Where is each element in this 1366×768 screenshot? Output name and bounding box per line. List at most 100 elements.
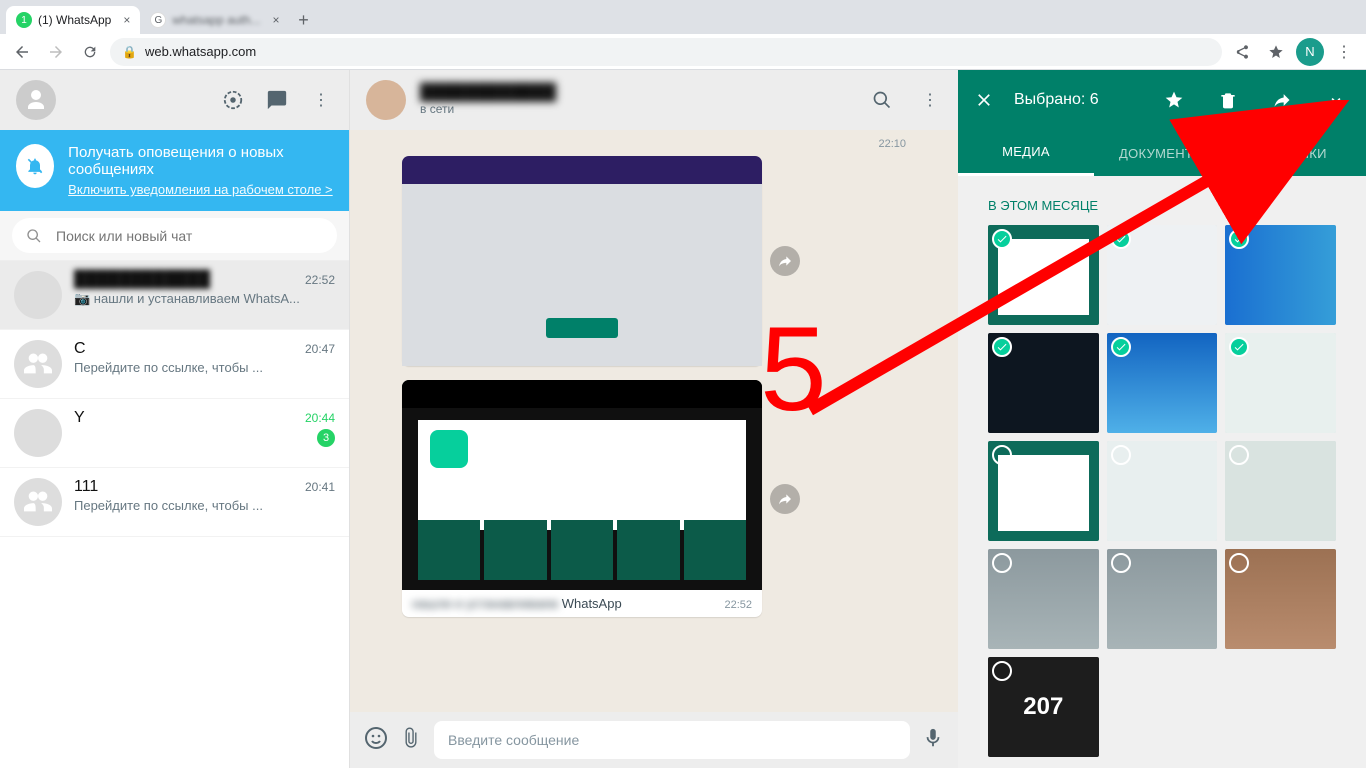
tab-google-search[interactable]: G whatsapp auth... ×	[140, 6, 289, 34]
forward-button[interactable]	[42, 38, 70, 66]
media-thumb[interactable]	[988, 441, 1099, 541]
chat-item[interactable]: Y20:44 3	[0, 399, 349, 468]
notif-subtitle[interactable]: Включить уведомления на рабочем столе >	[68, 182, 333, 197]
chat-item[interactable]: ████████████22:52 📷 нашли и устанавливае…	[0, 261, 349, 330]
tab-close-icon[interactable]: ×	[123, 13, 130, 27]
whatsapp-app: ⋮ Получать оповещения о новых сообщениях…	[0, 70, 1366, 768]
chat-list: ████████████22:52 📷 нашли и устанавливае…	[0, 261, 349, 768]
close-panel-button[interactable]	[968, 90, 1000, 110]
tab-close-icon[interactable]: ×	[272, 13, 279, 27]
media-thumb[interactable]	[1107, 225, 1218, 325]
chrome-menu-button[interactable]: ⋮	[1330, 38, 1358, 66]
tab-media[interactable]: МЕДИА	[958, 130, 1094, 176]
menu-icon[interactable]: ⋮	[309, 88, 333, 112]
contact-avatar[interactable]	[366, 80, 406, 120]
lock-icon: 🔒	[122, 45, 137, 59]
bookmark-button[interactable]	[1262, 38, 1290, 66]
forward-button[interactable]	[1262, 90, 1302, 110]
media-thumb[interactable]	[1225, 549, 1336, 649]
status-icon[interactable]	[221, 88, 245, 112]
media-thumb[interactable]: 207	[988, 657, 1099, 757]
contact-status: в сети	[420, 102, 846, 116]
chat-avatar	[14, 271, 62, 319]
tab-documents[interactable]: ДОКУМЕНТЫ	[1094, 130, 1230, 176]
sidebar-header: ⋮	[0, 70, 349, 130]
check-icon	[1111, 445, 1131, 465]
check-icon	[992, 229, 1012, 249]
attach-icon[interactable]	[400, 727, 422, 754]
message-input[interactable]: Введите сообщение	[434, 721, 910, 759]
tab-links[interactable]: ССЫЛКИ	[1230, 130, 1366, 176]
media-thumb[interactable]	[988, 225, 1099, 325]
profile-avatar[interactable]: N	[1296, 38, 1324, 66]
panel-header: Выбрано: 6	[958, 70, 1366, 130]
mic-icon[interactable]	[922, 727, 944, 754]
tab-whatsapp[interactable]: 1 (1) WhatsApp ×	[6, 6, 140, 34]
emoji-icon[interactable]	[364, 726, 388, 755]
check-icon	[1111, 337, 1131, 357]
messages[interactable]: 22:10 нашли и устанавливаем WhatsApp 22:…	[350, 130, 958, 712]
share-button[interactable]	[1228, 38, 1256, 66]
media-thumb[interactable]	[1107, 441, 1218, 541]
chat-name: Y	[74, 409, 85, 427]
new-tab-button[interactable]: +	[289, 6, 317, 34]
sidebar: ⋮ Получать оповещения о новых сообщениях…	[0, 70, 350, 768]
conversation-pane: ████████████ в сети ⋮ 22:10 нашли и уста…	[350, 70, 958, 768]
chat-name: ████████████	[74, 271, 210, 289]
search-input[interactable]	[56, 228, 323, 244]
notif-title: Получать оповещения о новых сообщениях	[68, 144, 333, 178]
section-label: В ЭТОМ МЕСЯЦЕ	[988, 198, 1336, 213]
toolbar: 🔒 web.whatsapp.com N ⋮	[0, 34, 1366, 70]
media-panel: Выбрано: 6 МЕДИА ДОКУМЕНТЫ ССЫЛКИ В ЭТОМ…	[958, 70, 1366, 768]
chat-name: С	[74, 340, 86, 358]
message-bubble[interactable]	[402, 156, 762, 366]
media-thumb[interactable]	[988, 549, 1099, 649]
tab-label: whatsapp auth...	[172, 13, 260, 27]
chat-time: 20:41	[305, 480, 335, 494]
search-row	[0, 211, 349, 261]
message-time: 22:52	[724, 599, 752, 611]
panel-body[interactable]: В ЭТОМ МЕСЯЦЕ 207	[958, 176, 1366, 768]
media-thumb[interactable]	[1225, 441, 1336, 541]
chat-item[interactable]: С20:47 Перейдите по ссылке, чтобы ...	[0, 330, 349, 399]
unread-badge: 3	[317, 429, 335, 447]
search-box[interactable]	[12, 218, 337, 253]
check-icon	[992, 661, 1012, 681]
chat-menu-icon[interactable]: ⋮	[918, 88, 942, 112]
back-button[interactable]	[8, 38, 36, 66]
star-button[interactable]	[1154, 90, 1194, 110]
new-chat-icon[interactable]	[265, 88, 289, 112]
check-icon	[992, 337, 1012, 357]
media-thumb[interactable]	[1225, 225, 1336, 325]
chat-avatar	[14, 409, 62, 457]
bell-icon	[16, 144, 54, 188]
message-image[interactable]	[402, 156, 762, 366]
chat-avatar	[14, 340, 62, 388]
message-image[interactable]	[402, 380, 762, 590]
address-bar[interactable]: 🔒 web.whatsapp.com	[110, 38, 1222, 66]
check-icon	[992, 553, 1012, 573]
panel-tabs: МЕДИА ДОКУМЕНТЫ ССЫЛКИ	[958, 130, 1366, 176]
media-thumb[interactable]	[1107, 333, 1218, 433]
media-thumb[interactable]	[1107, 549, 1218, 649]
media-thumb[interactable]	[1225, 333, 1336, 433]
search-in-chat-icon[interactable]	[870, 88, 894, 112]
forward-icon[interactable]	[770, 246, 800, 276]
forward-icon[interactable]	[770, 484, 800, 514]
contact-name: ████████████	[420, 84, 846, 102]
check-icon	[1111, 229, 1131, 249]
chat-preview: Перейдите по ссылке, чтобы ...	[74, 498, 263, 513]
notification-banner[interactable]: Получать оповещения о новых сообщениях В…	[0, 130, 349, 211]
media-grid: 207	[988, 225, 1336, 757]
tab-strip: 1 (1) WhatsApp × G whatsapp auth... × +	[0, 0, 1366, 34]
reload-button[interactable]	[76, 38, 104, 66]
chat-item[interactable]: 11120:41 Перейдите по ссылке, чтобы ...	[0, 468, 349, 537]
check-icon	[992, 445, 1012, 465]
my-avatar[interactable]	[16, 80, 56, 120]
check-icon	[1111, 553, 1131, 573]
media-thumb[interactable]	[988, 333, 1099, 433]
delete-button[interactable]	[1208, 90, 1248, 110]
search-icon	[26, 228, 42, 244]
download-button[interactable]	[1316, 90, 1356, 110]
message-bubble[interactable]: нашли и устанавливаем WhatsApp 22:52	[402, 380, 762, 617]
